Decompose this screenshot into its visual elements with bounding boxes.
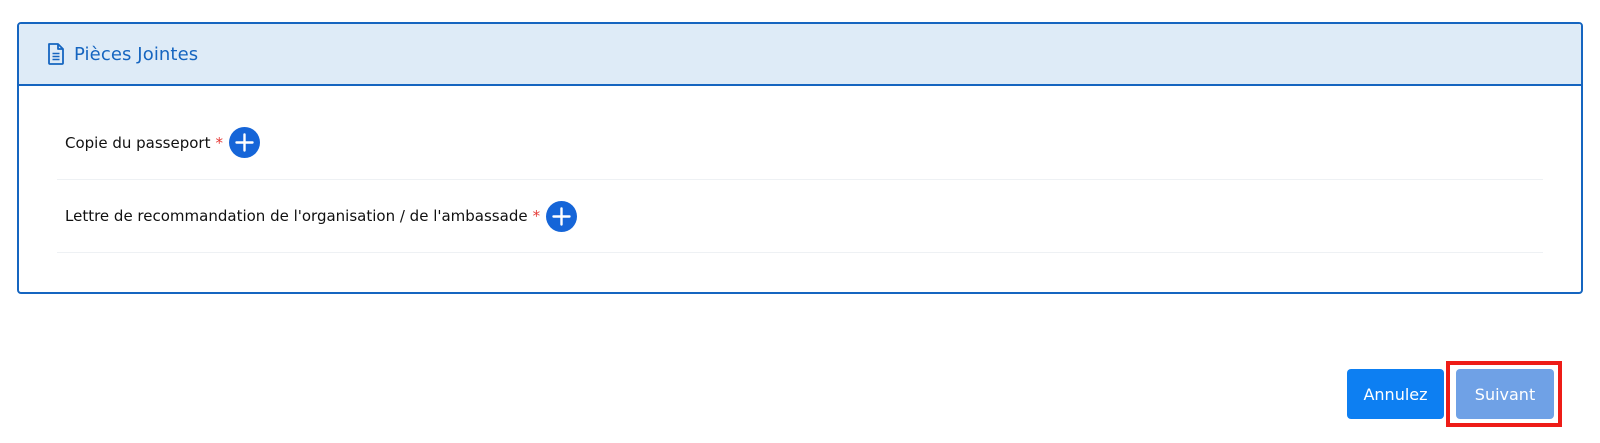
attachment-row-recommendation-letter: Lettre de recommandation de l'organisati… [57, 180, 1543, 253]
add-recommendation-letter-button[interactable] [546, 200, 578, 232]
next-button[interactable]: Suivant [1456, 369, 1554, 419]
required-marker: * [215, 133, 223, 152]
attachments-list: Copie du passeport * Lettre de recommand… [19, 106, 1581, 253]
panel-title: Pièces Jointes [74, 43, 199, 65]
plus-circle-icon [235, 133, 254, 152]
attachment-row-passport: Copie du passeport * [57, 106, 1543, 180]
add-passport-button[interactable] [228, 127, 260, 158]
plus-circle-icon [552, 206, 571, 226]
page: Pièces Jointes Copie du passeport * Lett… [0, 0, 1600, 443]
required-marker: * [532, 207, 541, 225]
attachments-panel: Pièces Jointes Copie du passeport * Lett… [17, 22, 1583, 294]
attachment-label: Copie du passeport [65, 133, 211, 152]
cancel-button[interactable]: Annulez [1347, 369, 1444, 419]
document-icon [47, 43, 65, 65]
attachment-label: Lettre de recommandation de l'organisati… [65, 207, 528, 225]
panel-header: Pièces Jointes [19, 24, 1581, 86]
